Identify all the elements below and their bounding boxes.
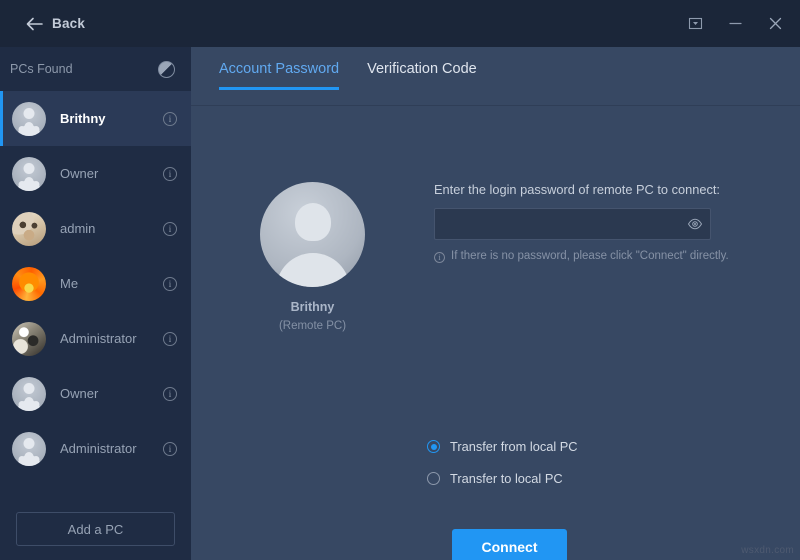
transfer-direction-group: Transfer from local PC Transfer to local…: [427, 439, 578, 503]
info-icon: i: [434, 252, 445, 263]
tab-verification-code[interactable]: Verification Code: [367, 61, 477, 90]
pc-name: Administrator: [60, 441, 163, 456]
tab-content-account-password: Brithny (Remote PC) Enter the login pass…: [191, 106, 800, 560]
pc-list-item-admin[interactable]: admin i: [0, 201, 191, 256]
avatar: [12, 212, 46, 246]
info-icon[interactable]: i: [163, 112, 177, 126]
add-pc-button[interactable]: Add a PC: [16, 512, 175, 546]
pc-name: Owner: [60, 386, 163, 401]
info-icon[interactable]: i: [163, 387, 177, 401]
credential-form-row: Brithny (Remote PC) Enter the login pass…: [191, 182, 800, 332]
pc-sidebar: PCs Found Brithny i Owner i admin i M: [0, 47, 191, 560]
avatar: [12, 267, 46, 301]
sidebar-footer: Add a PC: [0, 498, 191, 560]
minimize-icon[interactable]: [724, 13, 746, 35]
password-input[interactable]: [435, 209, 680, 239]
pc-list-item-me[interactable]: Me i: [0, 256, 191, 311]
title-bar: Back: [0, 0, 800, 47]
password-hint-text: If there is no password, please click "C…: [451, 250, 729, 262]
connect-button-row: Connect: [191, 529, 800, 560]
radio-label: Transfer to local PC: [450, 471, 563, 486]
pc-list[interactable]: Brithny i Owner i admin i Me i Administr: [0, 91, 191, 560]
password-input-wrapper[interactable]: [434, 208, 711, 240]
remote-pc-subtitle: (Remote PC): [279, 320, 346, 332]
avatar: [12, 377, 46, 411]
back-button[interactable]: Back: [26, 16, 85, 31]
radio-transfer-to-local-pc[interactable]: Transfer to local PC: [427, 471, 578, 486]
radio-label: Transfer from local PC: [450, 439, 578, 454]
pc-list-item-owner-1[interactable]: Owner i: [0, 146, 191, 201]
radio-transfer-from-local-pc[interactable]: Transfer from local PC: [427, 439, 578, 454]
info-icon[interactable]: i: [163, 332, 177, 346]
pc-name: Me: [60, 276, 163, 291]
connect-button[interactable]: Connect: [452, 529, 567, 560]
pc-list-item-owner-2[interactable]: Owner i: [0, 366, 191, 421]
back-arrow-icon: [26, 17, 43, 31]
avatar: [12, 432, 46, 466]
password-hint: i If there is no password, please click …: [434, 250, 762, 263]
refresh-spinner-icon[interactable]: [158, 61, 175, 78]
back-label: Back: [52, 16, 85, 31]
avatar: [12, 322, 46, 356]
password-field-group: Enter the login password of remote PC to…: [434, 182, 800, 263]
remote-connection-window: Back PCs Found: [0, 0, 800, 560]
pc-name: Owner: [60, 166, 163, 181]
pc-name: Administrator: [60, 331, 163, 346]
pc-list-item-brithny[interactable]: Brithny i: [0, 91, 191, 146]
pc-list-item-administrator-2[interactable]: Administrator i: [0, 421, 191, 476]
window-controls: [684, 0, 786, 47]
restore-window-icon[interactable]: [684, 13, 706, 35]
pc-name: admin: [60, 221, 163, 236]
radio-indicator: [427, 440, 440, 453]
remote-pc-avatar: [260, 182, 365, 287]
remote-pc-identity: Brithny (Remote PC): [191, 182, 434, 332]
pc-list-item-administrator-1[interactable]: Administrator i: [0, 311, 191, 366]
info-icon[interactable]: i: [163, 222, 177, 236]
pcs-found-label: PCs Found: [10, 62, 158, 76]
radio-indicator: [427, 472, 440, 485]
info-icon[interactable]: i: [163, 277, 177, 291]
password-label: Enter the login password of remote PC to…: [434, 182, 762, 197]
avatar: [12, 157, 46, 191]
main-panel: Account Password Verification Code Brith…: [191, 47, 800, 560]
pcs-found-header: PCs Found: [0, 47, 191, 91]
info-icon[interactable]: i: [163, 167, 177, 181]
avatar: [12, 102, 46, 136]
tab-account-password[interactable]: Account Password: [219, 61, 339, 90]
watermark: wsxdn.com: [741, 545, 794, 556]
remote-pc-name: Brithny: [291, 300, 335, 314]
close-icon[interactable]: [764, 13, 786, 35]
tab-bar: Account Password Verification Code: [191, 47, 800, 105]
pc-name: Brithny: [60, 111, 163, 126]
info-icon[interactable]: i: [163, 442, 177, 456]
eye-icon[interactable]: [680, 209, 710, 239]
